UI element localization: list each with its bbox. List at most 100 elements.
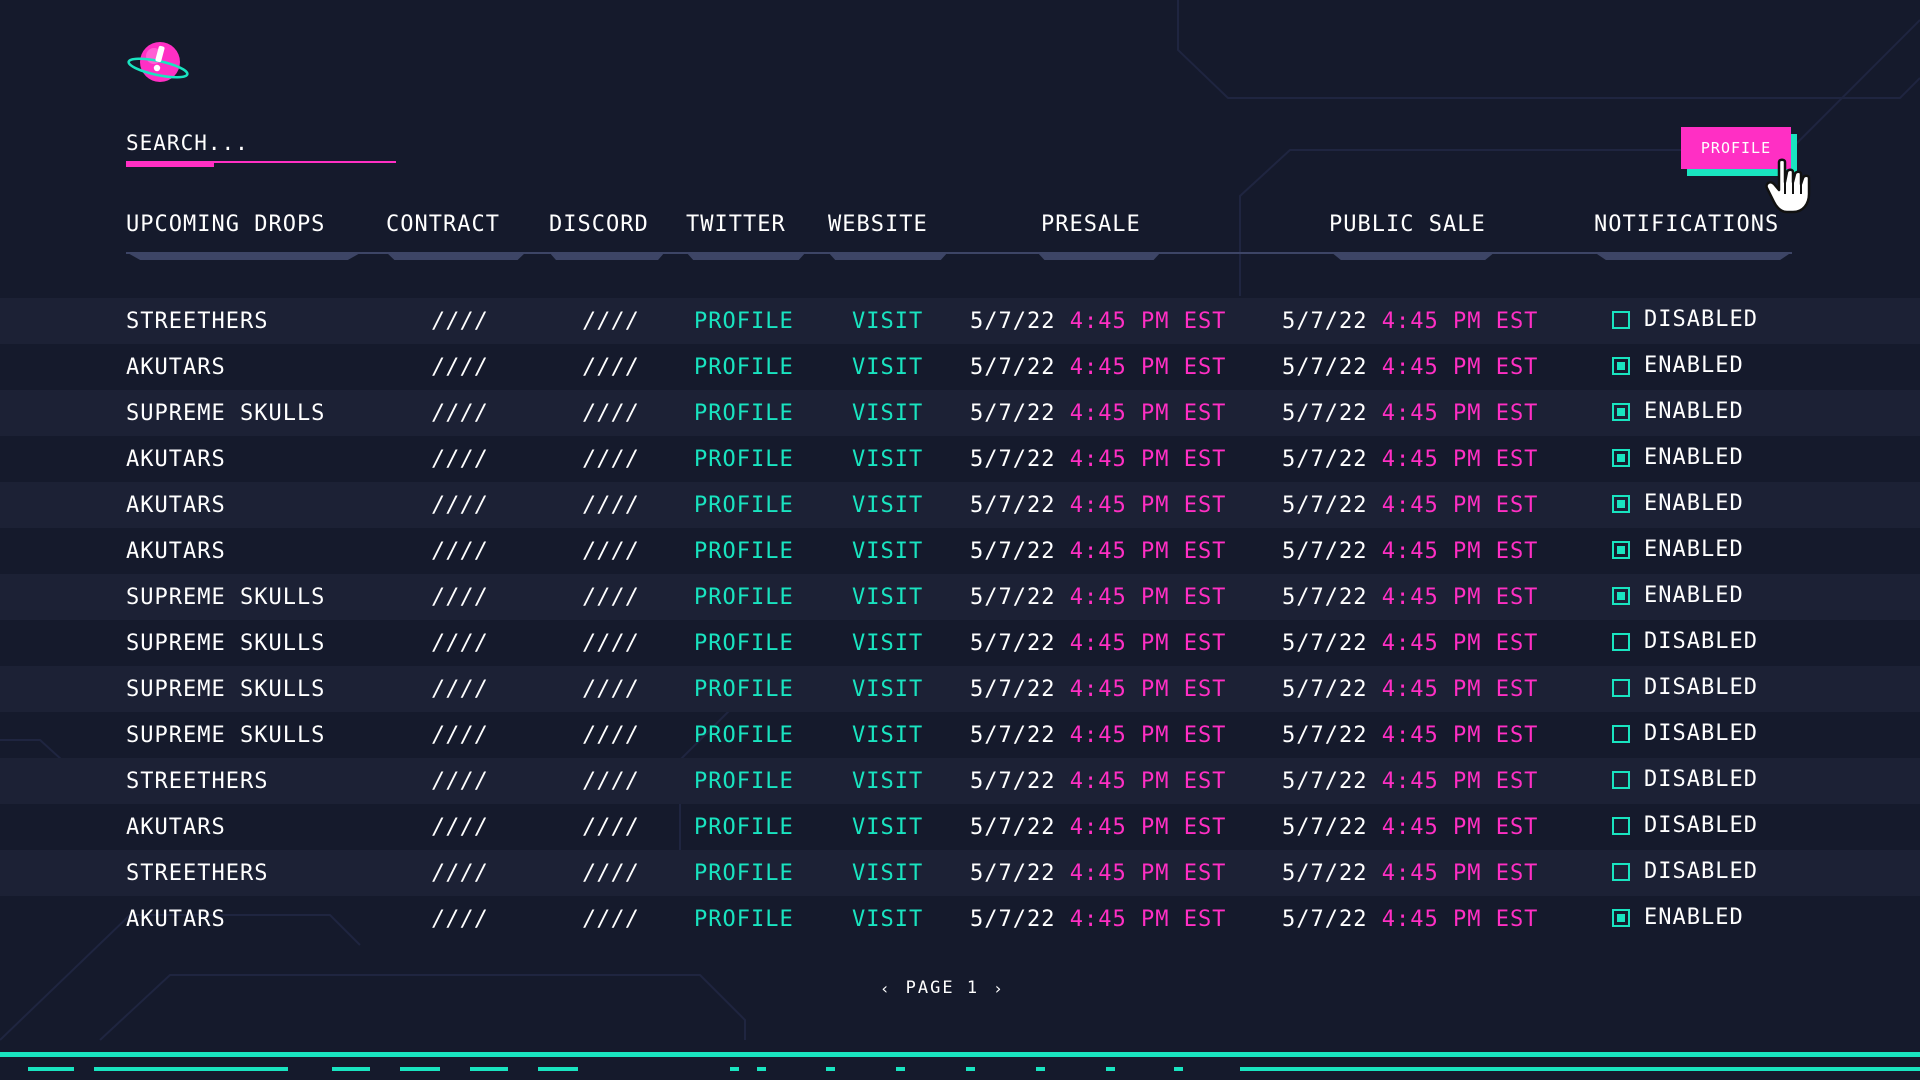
notification-toggle[interactable]: ENABLED: [1612, 445, 1744, 470]
notification-toggle[interactable]: ENABLED: [1612, 491, 1744, 516]
presale-datetime: 5/7/22 4:45 PM EST: [970, 861, 1226, 886]
notification-checkbox[interactable]: [1612, 586, 1630, 605]
notification-toggle[interactable]: ENABLED: [1612, 537, 1744, 562]
presale-time: 4:45 PM EST: [1069, 539, 1227, 564]
drop-name: AKUTARS: [126, 355, 226, 380]
drops-table-body: STREETHERS //// //// PROFILE VISIT 5/7/22 4:4…: [0, 298, 1920, 942]
notification-checkbox[interactable]: [1612, 356, 1630, 375]
notification-toggle[interactable]: ENABLED: [1612, 353, 1744, 378]
search-box[interactable]: [126, 128, 396, 168]
twitter-profile-link[interactable]: PROFILE: [694, 861, 794, 886]
notification-checkbox[interactable]: [1612, 678, 1630, 697]
search-underline-accent: [126, 161, 214, 167]
website-visit-link[interactable]: VISIT: [852, 493, 923, 518]
presale-time: 4:45 PM EST: [1069, 493, 1227, 518]
header-upcoming-drops: UPCOMING DROPS: [126, 212, 326, 237]
notification-toggle[interactable]: DISABLED: [1612, 767, 1758, 792]
presale-datetime: 5/7/22 4:45 PM EST: [970, 539, 1226, 564]
discord-value: ////: [583, 493, 640, 518]
website-visit-link[interactable]: VISIT: [852, 309, 923, 334]
contract-value: ////: [432, 677, 489, 702]
next-page-icon[interactable]: ›: [993, 979, 1005, 998]
notification-checkbox[interactable]: [1612, 632, 1630, 651]
notification-checkbox[interactable]: [1612, 540, 1630, 559]
twitter-profile-link[interactable]: PROFILE: [694, 539, 794, 564]
presale-datetime: 5/7/22 4:45 PM EST: [970, 585, 1226, 610]
website-visit-link[interactable]: VISIT: [852, 815, 923, 840]
footer-segment: [400, 1067, 440, 1071]
drop-name: SUPREME SKULLS: [126, 677, 326, 702]
twitter-profile-link[interactable]: PROFILE: [694, 723, 794, 748]
prev-page-icon[interactable]: ‹: [880, 979, 892, 998]
public-sale-date: 5/7/22: [1282, 355, 1368, 380]
notification-toggle[interactable]: DISABLED: [1612, 307, 1758, 332]
notification-checkbox[interactable]: [1612, 908, 1630, 927]
notification-status: ENABLED: [1644, 583, 1744, 608]
notification-status: ENABLED: [1644, 491, 1744, 516]
website-visit-link[interactable]: VISIT: [852, 861, 923, 886]
twitter-profile-link[interactable]: PROFILE: [694, 585, 794, 610]
page-label: PAGE 1: [905, 978, 980, 998]
twitter-profile-link[interactable]: PROFILE: [694, 493, 794, 518]
website-visit-link[interactable]: VISIT: [852, 585, 923, 610]
notification-checkbox[interactable]: [1612, 724, 1630, 743]
public-sale-datetime: 5/7/22 4:45 PM EST: [1282, 585, 1538, 610]
twitter-profile-link[interactable]: PROFILE: [694, 631, 794, 656]
twitter-profile-link[interactable]: PROFILE: [694, 677, 794, 702]
drop-name: STREETHERS: [126, 309, 269, 334]
website-visit-link[interactable]: VISIT: [852, 723, 923, 748]
presale-time: 4:45 PM EST: [1069, 677, 1227, 702]
website-visit-link[interactable]: VISIT: [852, 401, 923, 426]
website-visit-link[interactable]: VISIT: [852, 907, 923, 932]
notification-checkbox[interactable]: [1612, 862, 1630, 881]
notification-checkbox[interactable]: [1612, 402, 1630, 421]
header-tab-discord: [549, 252, 665, 260]
contract-value: ////: [432, 355, 489, 380]
contract-value: ////: [432, 309, 489, 334]
notification-toggle[interactable]: ENABLED: [1612, 399, 1744, 424]
notification-checkbox[interactable]: [1612, 310, 1630, 329]
notification-checkbox[interactable]: [1612, 770, 1630, 789]
website-visit-link[interactable]: VISIT: [852, 539, 923, 564]
notification-checkbox[interactable]: [1612, 816, 1630, 835]
notification-toggle[interactable]: DISABLED: [1612, 721, 1758, 746]
public-sale-time: 4:45 PM EST: [1381, 769, 1539, 794]
website-visit-link[interactable]: VISIT: [852, 447, 923, 472]
public-sale-date: 5/7/22: [1282, 447, 1368, 472]
notification-checkbox[interactable]: [1612, 494, 1630, 513]
notification-toggle[interactable]: ENABLED: [1612, 905, 1744, 930]
notification-status: ENABLED: [1644, 399, 1744, 424]
header-tab-notifications: [1594, 252, 1792, 260]
header-twitter: TWITTER: [686, 212, 786, 237]
public-sale-date: 5/7/22: [1282, 585, 1368, 610]
website-visit-link[interactable]: VISIT: [852, 631, 923, 656]
search-input[interactable]: [126, 128, 396, 158]
notification-toggle[interactable]: DISABLED: [1612, 629, 1758, 654]
twitter-profile-link[interactable]: PROFILE: [694, 401, 794, 426]
twitter-profile-link[interactable]: PROFILE: [694, 355, 794, 380]
presale-time: 4:45 PM EST: [1069, 309, 1227, 334]
twitter-profile-link[interactable]: PROFILE: [694, 907, 794, 932]
header-tab-upcoming-drops: [126, 252, 362, 260]
contract-value: ////: [432, 723, 489, 748]
table-row: AKUTARS //// //// PROFILE VISIT 5/7/22 4:45 P…: [0, 482, 1920, 528]
twitter-profile-link[interactable]: PROFILE: [694, 815, 794, 840]
contract-value: ////: [432, 861, 489, 886]
presale-date: 5/7/22: [970, 907, 1056, 932]
website-visit-link[interactable]: VISIT: [852, 355, 923, 380]
presale-time: 4:45 PM EST: [1069, 355, 1227, 380]
notification-checkbox[interactable]: [1612, 448, 1630, 467]
contract-value: ////: [432, 769, 489, 794]
website-visit-link[interactable]: VISIT: [852, 677, 923, 702]
notification-toggle[interactable]: DISABLED: [1612, 813, 1758, 838]
notification-toggle[interactable]: DISABLED: [1612, 859, 1758, 884]
website-visit-link[interactable]: VISIT: [852, 769, 923, 794]
twitter-profile-link[interactable]: PROFILE: [694, 309, 794, 334]
twitter-profile-link[interactable]: PROFILE: [694, 447, 794, 472]
table-row: AKUTARS //// //// PROFILE VISIT 5/7/22 4:45 P…: [0, 896, 1920, 942]
notification-toggle[interactable]: DISABLED: [1612, 675, 1758, 700]
table-row: SUPREME SKULLS //// //// PROFILE VISIT 5/7/22…: [0, 666, 1920, 712]
notification-toggle[interactable]: ENABLED: [1612, 583, 1744, 608]
twitter-profile-link[interactable]: PROFILE: [694, 769, 794, 794]
public-sale-date: 5/7/22: [1282, 631, 1368, 656]
